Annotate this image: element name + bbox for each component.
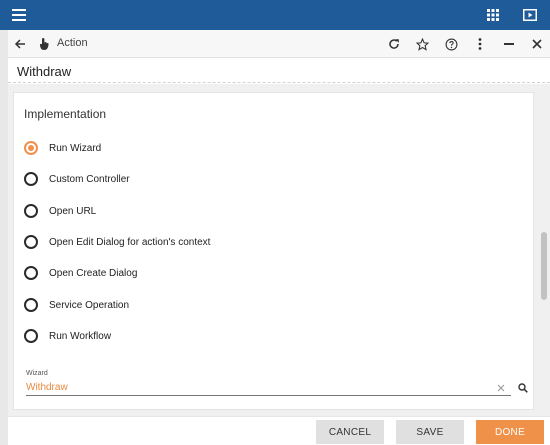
vertical-scrollbar[interactable]	[538, 84, 550, 416]
hamburger-menu-button[interactable]	[4, 0, 34, 30]
back-button[interactable]	[8, 30, 32, 58]
close-icon	[532, 39, 542, 49]
touch-hand-icon	[40, 38, 49, 50]
play-button[interactable]	[515, 0, 545, 30]
hamburger-menu-icon	[12, 9, 26, 21]
radio-button[interactable]	[24, 235, 38, 249]
section-title: Withdraw	[17, 64, 72, 79]
implementation-card: Implementation Run Wizard Custom Control…	[13, 92, 534, 410]
clear-button[interactable]	[494, 380, 508, 396]
apps-grid-button[interactable]	[478, 0, 508, 30]
action-type-icon-wrap	[34, 34, 54, 54]
radio-label: Open Edit Dialog for action's context	[49, 236, 211, 248]
help-button[interactable]	[439, 30, 463, 58]
radio-button[interactable]	[24, 172, 38, 186]
action-dialog: Action Withdraw Implementation Run Wizar…	[8, 30, 550, 445]
radio-option-open-create-dialog[interactable]: Open Create Dialog	[24, 263, 324, 283]
radio-option-open-edit-dialog[interactable]: Open Edit Dialog for action's context	[24, 232, 324, 252]
minimize-icon	[504, 43, 514, 45]
radio-option-run-wizard[interactable]: Run Wizard	[24, 138, 324, 158]
radio-button[interactable]	[24, 141, 38, 155]
wizard-input[interactable]	[26, 380, 511, 396]
minimize-button[interactable]	[497, 30, 521, 58]
dialog-scroll-area: Implementation Run Wizard Custom Control…	[8, 84, 550, 416]
more-vert-icon	[478, 38, 482, 50]
radio-label: Run Workflow	[49, 330, 112, 342]
star-icon	[415, 37, 429, 51]
card-title: Implementation	[24, 107, 107, 121]
radio-option-service-operation[interactable]: Service Operation	[24, 295, 324, 315]
help-icon	[445, 38, 457, 50]
radio-label: Run Wizard	[49, 142, 102, 154]
play-icon	[523, 9, 537, 21]
close-button[interactable]	[525, 30, 549, 58]
search-button[interactable]	[516, 380, 530, 396]
clear-icon	[497, 384, 505, 392]
more-options-button[interactable]	[468, 30, 492, 58]
radio-label: Custom Controller	[49, 173, 130, 185]
radio-button[interactable]	[24, 204, 38, 218]
radio-label: Open URL	[49, 205, 97, 217]
dialog-header: Action	[8, 30, 550, 58]
scrollbar-thumb[interactable]	[541, 232, 547, 300]
search-icon	[518, 383, 528, 393]
done-button[interactable]: DONE	[476, 420, 544, 444]
refresh-icon	[389, 39, 399, 49]
wizard-field-label: Wizard	[26, 370, 48, 377]
dialog-title: Action	[57, 37, 88, 49]
radio-label: Service Operation	[49, 299, 130, 311]
cancel-button[interactable]: CANCEL	[316, 420, 384, 444]
radio-option-open-url[interactable]: Open URL	[24, 201, 324, 221]
radio-button[interactable]	[24, 266, 38, 280]
refresh-button[interactable]	[382, 30, 406, 58]
dialog-footer: CANCEL SAVE DONE	[8, 416, 550, 445]
radio-option-run-workflow[interactable]: Run Workflow	[24, 326, 324, 346]
app-top-bar	[0, 0, 550, 30]
radio-button[interactable]	[24, 329, 38, 343]
apps-grid-icon	[487, 9, 499, 21]
radio-option-custom-controller[interactable]: Custom Controller	[24, 169, 324, 189]
section-header: Withdraw	[8, 59, 550, 83]
radio-label: Open Create Dialog	[49, 267, 138, 279]
save-button[interactable]: SAVE	[396, 420, 464, 444]
back-arrow-icon	[14, 39, 25, 49]
radio-button[interactable]	[24, 298, 38, 312]
favorite-button[interactable]	[410, 30, 434, 58]
